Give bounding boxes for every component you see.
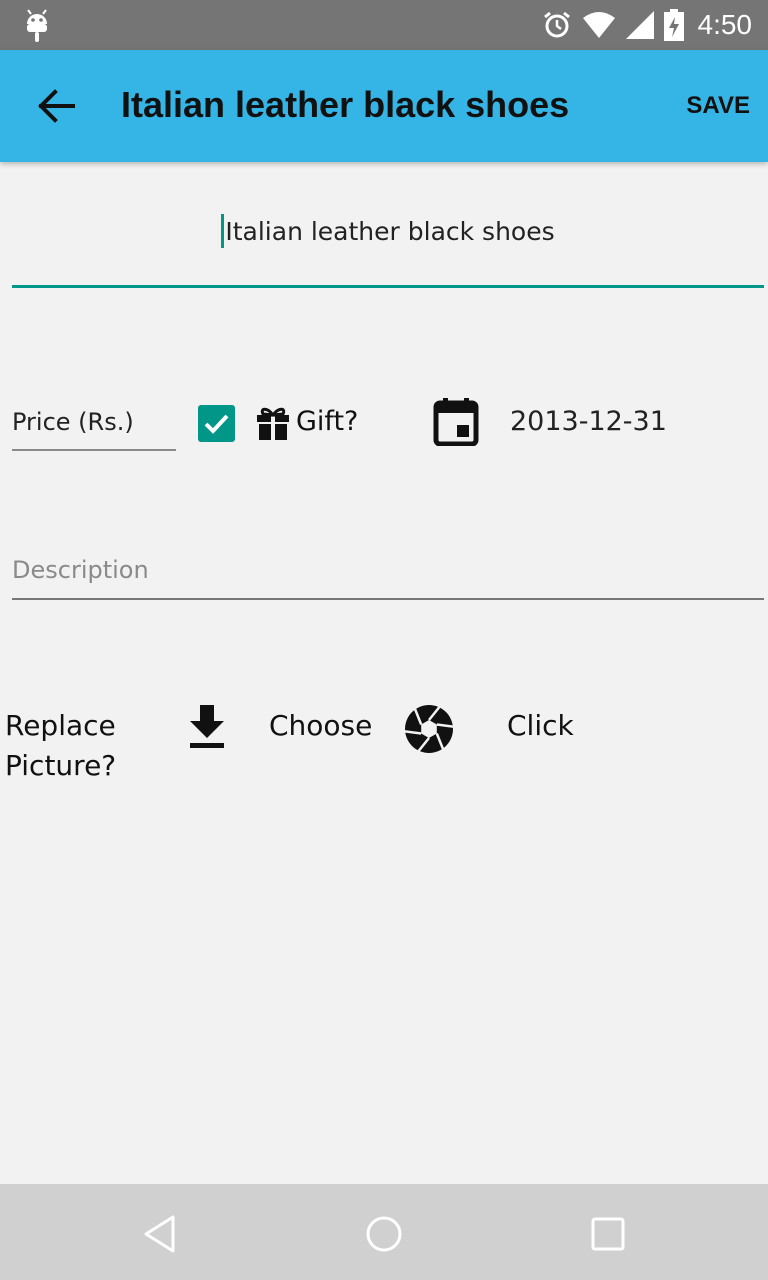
alarm-icon <box>543 11 570 38</box>
nav-recents-button[interactable] <box>584 1210 632 1258</box>
save-button[interactable]: SAVE <box>686 92 750 120</box>
page-title: Italian leather black shoes <box>121 84 570 125</box>
wifi-icon <box>582 12 615 38</box>
check-icon <box>204 414 229 434</box>
item-name-value: Italian leather black shoes <box>225 217 555 246</box>
replace-picture-label: Replace Picture? <box>5 709 117 782</box>
nav-back-button[interactable] <box>136 1210 184 1258</box>
status-time: 4:50 <box>697 9 753 40</box>
gift-icon <box>257 407 289 440</box>
status-bar: 4:50 <box>0 0 768 50</box>
choose-button[interactable]: Choose <box>269 709 372 742</box>
price-field[interactable]: Price (Rs.) <box>12 400 176 451</box>
description-input[interactable] <box>12 556 764 584</box>
nav-home-button[interactable] <box>360 1210 408 1258</box>
app-bar: Italian leather black shoes SAVE <box>0 50 768 162</box>
item-name-field[interactable]: Italian leather black shoes <box>12 200 764 288</box>
home-circle-icon <box>366 1216 402 1252</box>
click-button[interactable]: Click <box>507 709 574 742</box>
price-value: Price (Rs.) <box>12 408 134 436</box>
item-name-underline <box>12 285 764 288</box>
back-triangle-icon <box>144 1215 175 1253</box>
gift-checkbox[interactable] <box>198 405 235 442</box>
date-value[interactable]: 2013-12-31 <box>510 406 667 437</box>
recents-square-icon <box>591 1217 625 1251</box>
signal-icon <box>625 11 654 39</box>
arrow-back-icon <box>38 89 75 123</box>
android-icon <box>27 9 47 42</box>
back-button[interactable] <box>30 84 82 128</box>
battery-charging-icon <box>663 9 684 41</box>
download-icon[interactable] <box>186 705 228 749</box>
gift-label: Gift? <box>296 406 359 437</box>
calendar-icon[interactable] <box>433 398 479 446</box>
text-cursor <box>221 214 225 248</box>
navigation-bar <box>0 1184 768 1280</box>
camera-aperture-icon[interactable] <box>404 704 454 754</box>
description-field <box>12 552 764 600</box>
